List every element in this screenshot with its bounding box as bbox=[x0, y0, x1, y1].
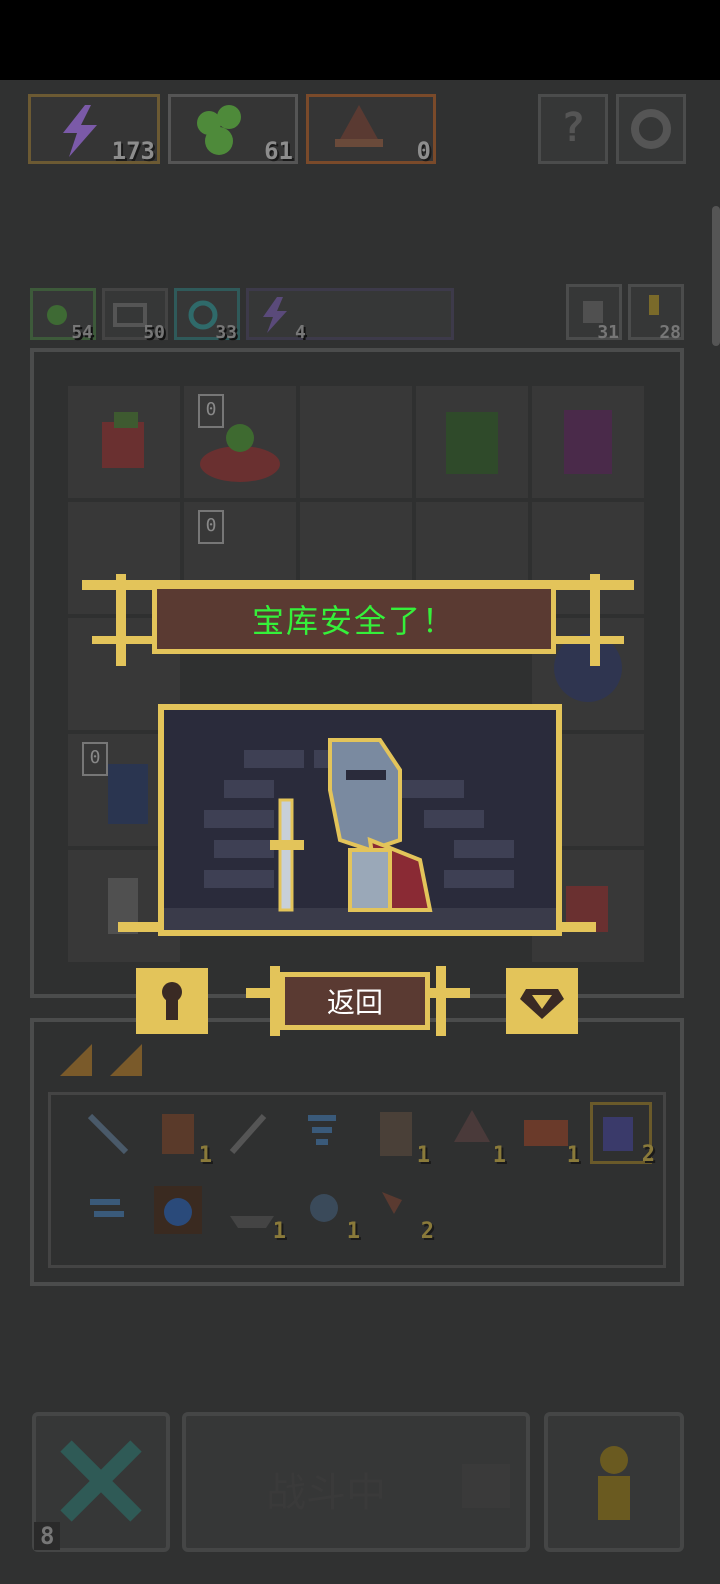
tile-badge: 0 bbox=[198, 394, 224, 428]
back-button[interactable]: 返回 bbox=[280, 972, 430, 1030]
gear-icon bbox=[631, 109, 671, 149]
inventory-item-chest[interactable]: 1 bbox=[518, 1106, 580, 1168]
cancel-button[interactable]: 8 bbox=[32, 1412, 170, 1552]
item-count: 2 bbox=[420, 1219, 434, 1244]
chest-icon bbox=[524, 1120, 568, 1146]
dagger-icon bbox=[229, 1114, 267, 1154]
red-dragon-icon bbox=[102, 412, 144, 468]
battle-label: 战斗中 bbox=[266, 1470, 386, 1516]
help-label: ? bbox=[560, 105, 586, 151]
mini-count-1: 54 bbox=[71, 322, 93, 343]
wizard-hat-icon bbox=[335, 105, 383, 147]
mini-resource-4: 4 bbox=[246, 288, 454, 343]
gem-icon bbox=[520, 989, 564, 1019]
purple-demon-icon bbox=[564, 410, 612, 474]
cheese-icon bbox=[110, 1044, 142, 1076]
tornado-icon bbox=[308, 1115, 336, 1145]
inventory-item-battle-axe[interactable]: 1 bbox=[298, 1182, 360, 1244]
wind-icon bbox=[90, 1199, 124, 1217]
wizard-hat-icon bbox=[454, 1110, 490, 1142]
board-cell[interactable] bbox=[416, 386, 528, 498]
inventory-item-dagger[interactable] bbox=[220, 1106, 276, 1162]
knight-icon bbox=[270, 738, 433, 912]
inventory-item-water-card[interactable] bbox=[150, 1182, 206, 1238]
pickaxe-icon bbox=[87, 1113, 129, 1155]
mini-count-3: 33 bbox=[215, 322, 237, 343]
board-cell[interactable]: 0 bbox=[184, 386, 296, 498]
board-cell[interactable] bbox=[68, 386, 180, 498]
inventory-item-scroll[interactable]: 1 bbox=[368, 1106, 430, 1168]
popup-button-row: 返回 bbox=[136, 966, 580, 1036]
map-icon bbox=[462, 1464, 510, 1508]
inventory-item-wizard[interactable]: 1 bbox=[444, 1106, 506, 1168]
item-count: 1 bbox=[492, 1143, 506, 1168]
mini-count-2: 50 bbox=[143, 322, 165, 343]
popup-title: 宝库安全了！ bbox=[152, 584, 556, 654]
resource-energy[interactable]: 173 bbox=[28, 94, 160, 165]
gem-button[interactable] bbox=[506, 968, 578, 1034]
inventory-item-axe[interactable]: 2 bbox=[372, 1182, 434, 1244]
inventory-item-wind[interactable] bbox=[80, 1182, 136, 1238]
left-count: 8 bbox=[34, 1522, 61, 1550]
frame-pillar bbox=[116, 574, 126, 666]
energy-count: 173 bbox=[111, 137, 155, 165]
inventory-item-potion[interactable]: 2 bbox=[590, 1102, 655, 1167]
barrel-icon bbox=[162, 1114, 194, 1154]
keyhole-button[interactable] bbox=[136, 968, 208, 1034]
inventory-item-ship[interactable]: 1 bbox=[224, 1182, 286, 1244]
inventory-panel: 1 1 1 1 2 1 1 2 bbox=[30, 1018, 684, 1286]
inventory-item-tornado[interactable] bbox=[294, 1106, 350, 1162]
item-count: 1 bbox=[198, 1143, 212, 1168]
slime-count: 61 bbox=[264, 137, 293, 165]
popup-title-frame: 宝库安全了！ bbox=[82, 574, 634, 666]
item-count: 1 bbox=[346, 1219, 360, 1244]
frame-pillar bbox=[270, 966, 280, 1036]
ship-icon bbox=[230, 1216, 274, 1228]
upgrade-count: 31 bbox=[597, 322, 619, 343]
axe-icon bbox=[382, 1192, 402, 1214]
inventory-item-barrel[interactable]: 1 bbox=[150, 1106, 212, 1168]
lightning-icon bbox=[263, 297, 287, 333]
pawn-button[interactable] bbox=[544, 1412, 684, 1552]
frame-pillar bbox=[436, 966, 446, 1036]
resource-wizard[interactable]: 0 bbox=[306, 94, 436, 165]
wizard-count: 0 bbox=[416, 137, 431, 165]
popup-scene-frame bbox=[118, 700, 596, 946]
item-count: 2 bbox=[641, 1142, 655, 1167]
frame-pillar bbox=[590, 574, 600, 666]
water-drop-card-icon bbox=[154, 1186, 202, 1234]
pawn-icon bbox=[598, 1446, 630, 1520]
item-count: 1 bbox=[272, 1219, 286, 1244]
item-count: 1 bbox=[416, 1143, 430, 1168]
board-cell[interactable] bbox=[532, 386, 644, 498]
side-scroll-handle[interactable] bbox=[712, 206, 720, 346]
battle-button[interactable]: 战斗中 bbox=[182, 1412, 530, 1552]
pawn-count: 28 bbox=[659, 322, 681, 343]
upgrade-counter[interactable]: 31 bbox=[566, 284, 622, 343]
pawn-counter[interactable]: 28 bbox=[628, 284, 684, 343]
keyhole-icon bbox=[162, 982, 182, 1020]
cheese-icon bbox=[60, 1044, 92, 1076]
mini-resource-1: 54 bbox=[30, 288, 96, 343]
resource-slime[interactable]: 61 bbox=[168, 94, 298, 165]
green-slime-icon bbox=[197, 105, 241, 155]
green-golem-icon bbox=[446, 412, 498, 474]
mini-count-4: 4 bbox=[295, 322, 306, 343]
board-cell[interactable] bbox=[300, 386, 412, 498]
mini-resource-3: 33 bbox=[174, 288, 240, 343]
potion-icon bbox=[603, 1117, 633, 1151]
status-bar bbox=[0, 0, 720, 80]
battle-axe-icon bbox=[310, 1194, 338, 1222]
mini-resource-2: 50 bbox=[102, 288, 168, 343]
tile-badge: 0 bbox=[82, 742, 108, 776]
settings-button[interactable] bbox=[616, 94, 686, 164]
inventory-item-pickaxe[interactable] bbox=[80, 1106, 136, 1162]
lightning-icon bbox=[63, 105, 97, 157]
tile-badge: 0 bbox=[198, 510, 224, 544]
scroll-icon bbox=[380, 1112, 412, 1156]
item-count: 1 bbox=[566, 1143, 580, 1168]
victory-scene bbox=[158, 704, 562, 936]
help-button[interactable]: ? bbox=[538, 94, 608, 164]
